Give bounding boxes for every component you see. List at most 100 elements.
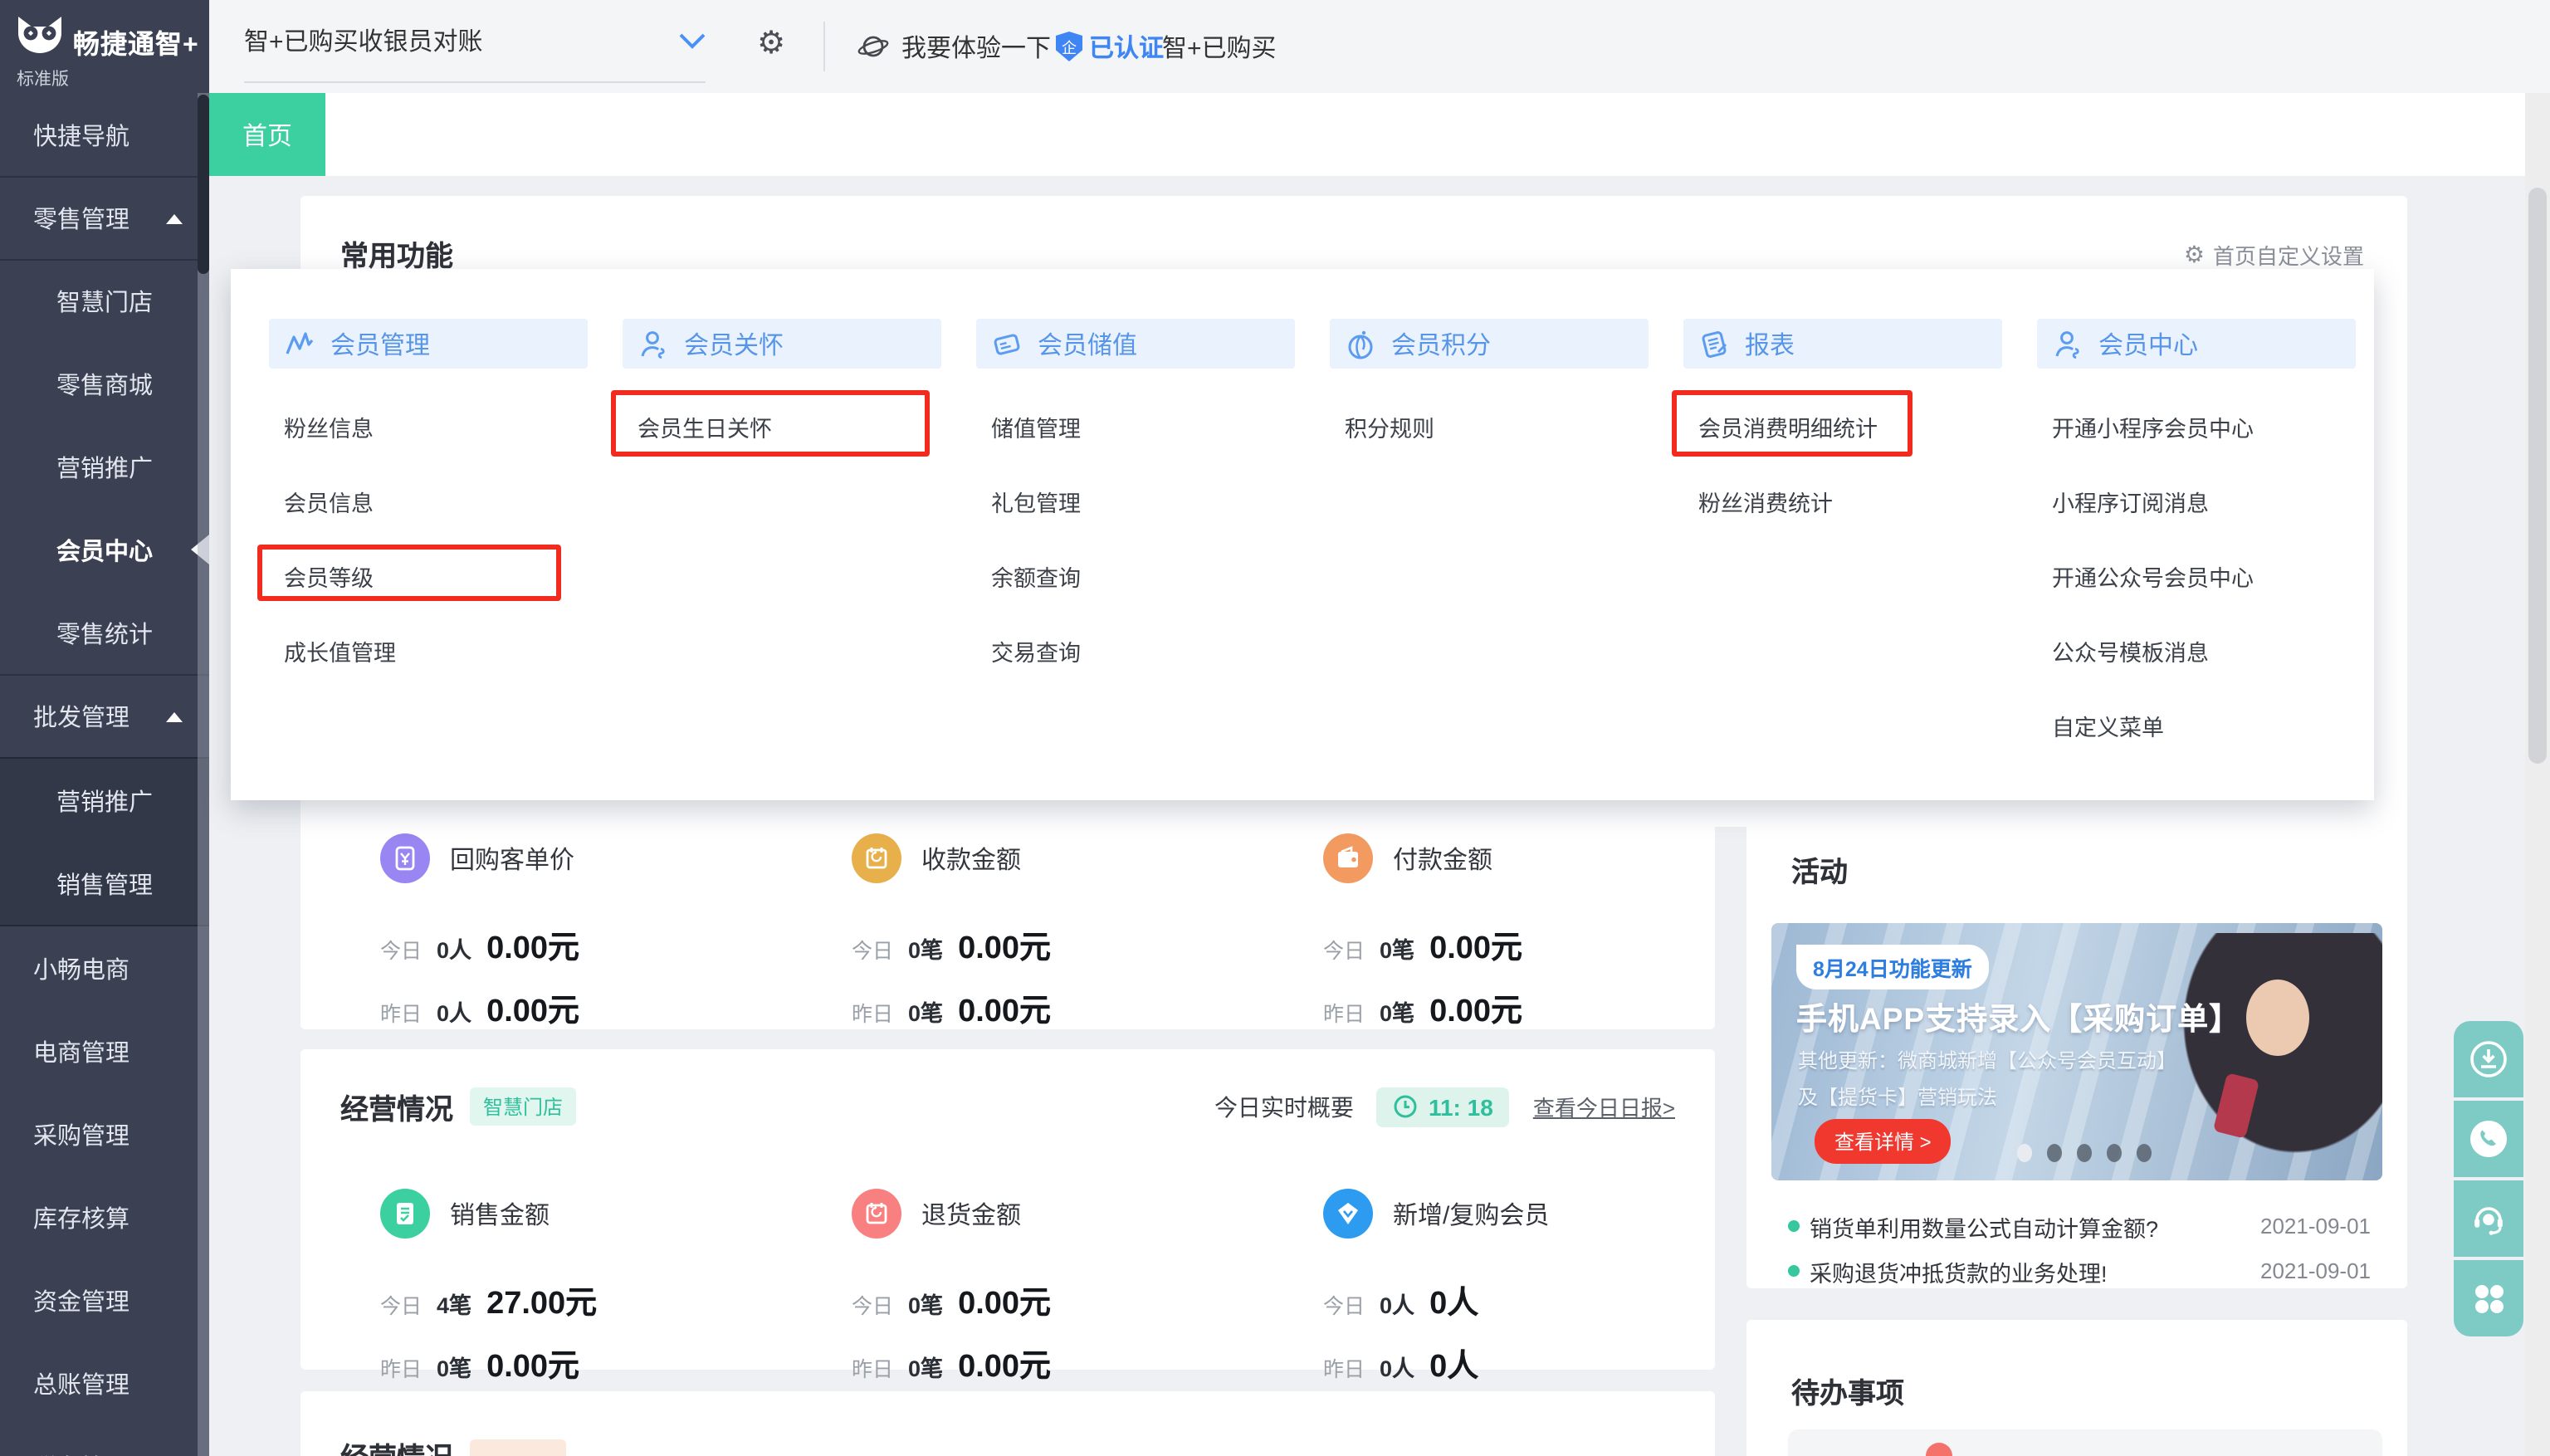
store-badge: 智慧门店 bbox=[470, 1087, 577, 1126]
menu-item[interactable]: 余额查询 bbox=[976, 538, 1295, 613]
sidebar-item-tax[interactable]: 税务管理 bbox=[0, 1424, 209, 1456]
sidebar-scrollbar-track[interactable] bbox=[198, 93, 209, 1456]
carousel-dot[interactable] bbox=[2077, 1144, 2092, 1162]
menu-header-stored-value[interactable]: 会员储值 bbox=[976, 319, 1295, 369]
menu-header-member-mgmt[interactable]: 会员管理 bbox=[269, 319, 588, 369]
carousel-dot[interactable] bbox=[2017, 1144, 2032, 1162]
topbar-divider bbox=[823, 22, 825, 71]
carousel-dot[interactable] bbox=[2137, 1144, 2152, 1162]
menu-item[interactable]: 小程序订阅消息 bbox=[2037, 463, 2356, 538]
news-item[interactable]: 销货单利用数量公式自动计算金额? 2021-09-01 bbox=[1746, 1204, 2407, 1248]
common-functions-title: 常用功能 bbox=[340, 241, 453, 272]
brand-logo-block[interactable]: 畅捷通智+ 标准版 bbox=[0, 0, 209, 93]
todo-alert-icon bbox=[1926, 1443, 1952, 1456]
pulse-icon bbox=[286, 331, 314, 354]
menu-item-member-consumption-stats[interactable]: 会员消费明细统计 bbox=[1672, 388, 2002, 463]
menu-item[interactable]: 粉丝信息 bbox=[269, 388, 588, 463]
wholesale-submenu: 营销推广 销售管理 bbox=[0, 757, 209, 926]
edition-label: 标准版 bbox=[17, 70, 69, 90]
top-bar: 畅捷通智+ 标准版 智+已购买收银员对账 ⚙ 我要体验一下 企 已认证 智+已购… bbox=[0, 0, 2550, 93]
phone-button[interactable] bbox=[2454, 1101, 2523, 1177]
menu-header-member-care[interactable]: 会员关怀 bbox=[623, 319, 941, 369]
page-scrollbar-thumb[interactable] bbox=[2528, 188, 2547, 764]
menu-item[interactable]: 礼包管理 bbox=[976, 463, 1295, 538]
sidebar-item-retail-mall[interactable]: 零售商城 bbox=[0, 342, 209, 425]
banner-update-badge: 8月24日功能更新 bbox=[1796, 945, 1989, 989]
download-button[interactable] bbox=[2454, 1021, 2523, 1097]
menu-column-stored-value: 会员储值 储值管理 礼包管理 余额查询 交易查询 bbox=[976, 319, 1295, 800]
certified-badge[interactable]: 企 已认证 bbox=[1056, 0, 1164, 93]
metrics-card-row1: 回购客单价 今日 0人 0.00元 昨日 0人 0.00元 收款金额 今日 0笔 0.00元… bbox=[300, 809, 1715, 1029]
owl-logo-icon bbox=[18, 17, 61, 53]
menu-item[interactable]: 粉丝消费统计 bbox=[1683, 463, 2002, 538]
sidebar-item-purchase-mgmt[interactable]: 采购管理 bbox=[0, 1092, 209, 1175]
menu-item[interactable]: 储值管理 bbox=[976, 388, 1295, 463]
activity-title: 活动 bbox=[1791, 857, 1848, 888]
carousel-dot[interactable] bbox=[2047, 1144, 2062, 1162]
todo-list-box bbox=[1788, 1429, 2382, 1456]
business-title: 经营情况 bbox=[340, 1094, 453, 1126]
menu-item-birthday-care[interactable]: 会员生日关怀 bbox=[611, 388, 941, 463]
partial-section-title: 经营情况 bbox=[340, 1434, 453, 1456]
planet-icon bbox=[857, 36, 889, 57]
sidebar-item-funds[interactable]: 资金管理 bbox=[0, 1258, 209, 1341]
menu-item[interactable]: 会员信息 bbox=[269, 463, 588, 538]
menu-item[interactable]: 交易查询 bbox=[976, 613, 1295, 687]
carousel-dot[interactable] bbox=[2107, 1144, 2122, 1162]
sidebar-item-smart-store[interactable]: 智慧门店 bbox=[0, 259, 209, 342]
menu-item[interactable]: 成长值管理 bbox=[269, 613, 588, 687]
menu-item-member-level[interactable]: 会员等级 bbox=[257, 538, 588, 613]
certified-label: 已认证 bbox=[1089, 34, 1165, 62]
apps-button[interactable] bbox=[2454, 1260, 2523, 1336]
tab-bar: 首页 bbox=[209, 93, 2550, 176]
sidebar-item-quick-nav[interactable]: 快捷导航 bbox=[0, 93, 209, 176]
sidebar-scrollbar-thumb[interactable] bbox=[198, 95, 209, 274]
stat-payments: 付款金额 今日 0笔 0.00元 昨日 0笔 0.00元 bbox=[1243, 833, 1715, 1031]
headset-icon bbox=[2474, 1207, 2503, 1235]
sidebar-group-wholesale[interactable]: 批发管理 bbox=[0, 674, 209, 757]
daily-report-link[interactable]: 查看今日日报> bbox=[1533, 1091, 1675, 1122]
stat-sales-amount: 销售金额 今日 4笔 27.00元 昨日 0笔 0.00元 bbox=[300, 1189, 772, 1386]
menu-item[interactable]: 开通公众号会员中心 bbox=[2037, 538, 2356, 613]
sidebar-item-retail-stats[interactable]: 零售统计 bbox=[0, 591, 209, 674]
menu-column-member-points: 会员积分 积分规则 bbox=[1330, 319, 1649, 800]
menu-header-member-center[interactable]: 会员中心 bbox=[2037, 319, 2356, 369]
menu-item[interactable]: 开通小程序会员中心 bbox=[2037, 388, 2356, 463]
sidebar-item-sales-mgmt[interactable]: 销售管理 bbox=[0, 842, 209, 925]
stat-receipts: 收款金额 今日 0笔 0.00元 昨日 0笔 0.00元 bbox=[772, 833, 1243, 1031]
sidebar-item-member-center[interactable]: 会员中心 bbox=[0, 508, 209, 591]
sidebar-item-wholesale-marketing[interactable]: 营销推广 bbox=[0, 759, 209, 842]
sidebar-item-xiaochang-ecom[interactable]: 小畅电商 bbox=[0, 926, 209, 1009]
menu-header-reports[interactable]: 报表 bbox=[1683, 319, 2002, 369]
experience-button[interactable]: 我要体验一下 bbox=[857, 0, 1051, 93]
common-functions-mega-menu: 会员管理 粉丝信息 会员信息 会员等级 成长值管理 会员关怀 会员生日关怀 会员… bbox=[231, 269, 2374, 800]
menu-item[interactable]: 积分规则 bbox=[1330, 388, 1649, 463]
menu-item[interactable]: 自定义菜单 bbox=[2037, 687, 2356, 762]
sidebar-group-retail[interactable]: 零售管理 bbox=[0, 176, 209, 259]
promo-banner[interactable]: 8月24日功能更新 手机APP支持录入【采购订单】 其他更新：微商城新增【公众号… bbox=[1771, 923, 2382, 1180]
calendar-return-icon bbox=[852, 833, 901, 883]
menu-header-member-points[interactable]: 会员积分 bbox=[1330, 319, 1649, 369]
tab-home[interactable]: 首页 bbox=[209, 93, 325, 176]
workspace-dropdown[interactable]: 智+已购买收银员对账 bbox=[244, 0, 706, 83]
sidebar-item-ecom-mgmt[interactable]: 电商管理 bbox=[0, 1009, 209, 1092]
home-custom-settings-link[interactable]: ⚙ 首页自定义设置 bbox=[2184, 239, 2364, 271]
customer-service-button[interactable] bbox=[2454, 1180, 2523, 1257]
news-item[interactable]: 采购退货冲抵货款的业务处理! 2021-09-01 bbox=[1746, 1248, 2407, 1293]
sidebar: 快捷导航 零售管理 智慧门店 零售商城 营销推广 会员中心 零售统计 批发管理 … bbox=[0, 93, 209, 1456]
chevron-down-icon bbox=[679, 32, 706, 48]
gear-icon[interactable]: ⚙ bbox=[757, 28, 785, 60]
sidebar-item-general-ledger[interactable]: 总账管理 bbox=[0, 1341, 209, 1424]
return-icon bbox=[852, 1189, 901, 1239]
banner-person-image bbox=[2176, 933, 2382, 1180]
menu-column-reports: 报表 会员消费明细统计 粉丝消费统计 bbox=[1672, 319, 2002, 800]
sidebar-item-inventory[interactable]: 库存核算 bbox=[0, 1175, 209, 1258]
banner-headline: 手机APP支持录入【采购订单】 bbox=[1796, 1001, 2241, 1036]
sidebar-item-marketing[interactable]: 营销推广 bbox=[0, 425, 209, 508]
page-scrollbar-track[interactable] bbox=[2525, 93, 2550, 1456]
banner-detail-button[interactable]: 查看详情 > bbox=[1815, 1119, 1952, 1164]
caret-up-icon bbox=[166, 712, 183, 722]
yuan-icon bbox=[380, 833, 430, 883]
store-badge bbox=[470, 1439, 566, 1456]
menu-item[interactable]: 公众号模板消息 bbox=[2037, 613, 2356, 687]
